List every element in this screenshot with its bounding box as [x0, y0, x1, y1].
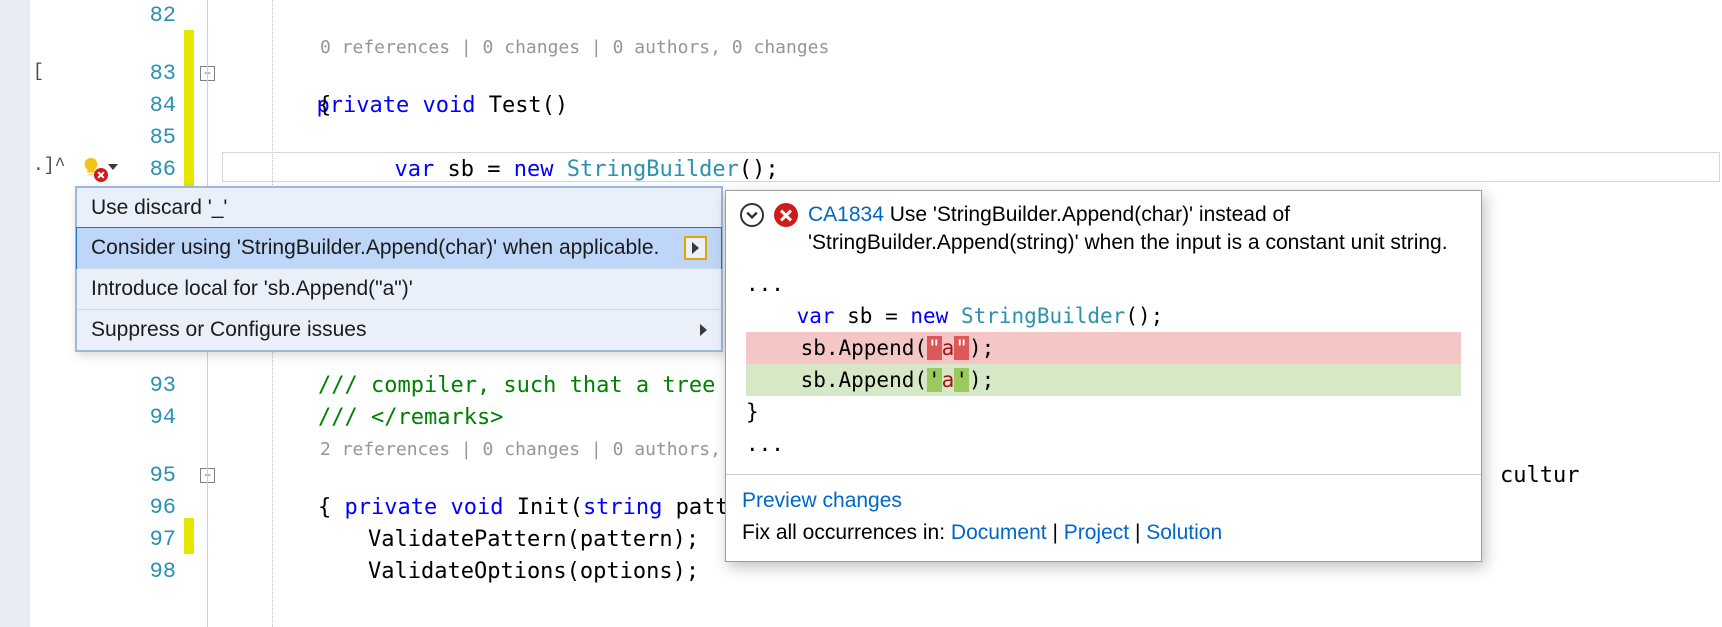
keyword: void	[450, 495, 503, 520]
lightbulb-error-overlay-icon	[94, 168, 108, 182]
diff-added-token: '	[954, 368, 969, 392]
line-number: 83	[150, 58, 176, 90]
fix-occurrences-label: Fix all occurrences in:	[742, 521, 951, 544]
line-number: 85	[150, 122, 176, 154]
code-text: sb =	[835, 304, 911, 328]
code-line[interactable]: /// </remarks>	[318, 402, 503, 434]
preview-footer: Preview changes Fix all occurrences in: …	[726, 479, 1481, 561]
quick-action-label: Introduce local for 'sb.Append("a")'	[91, 277, 413, 301]
code-line[interactable]: {	[318, 492, 331, 524]
preview-rule-text: CA1834 Use 'StringBuilder.Append(char)' …	[808, 201, 1448, 258]
code-line[interactable]: ValidatePattern(pattern);	[368, 524, 699, 556]
fix-in-project-link[interactable]: Project	[1064, 521, 1129, 544]
lightbulb-quick-actions[interactable]	[80, 152, 130, 182]
diff-removed-line: sb.Append("a");	[746, 332, 1461, 364]
code-text: ();	[739, 157, 779, 182]
string-literal: a	[942, 368, 955, 392]
string-literal: a	[942, 336, 955, 360]
preview-header: CA1834 Use 'StringBuilder.Append(char)' …	[726, 191, 1481, 266]
identifier: Test()	[475, 93, 568, 118]
quick-action-label: Consider using 'StringBuilder.Append(cha…	[91, 236, 659, 260]
ellipsis: ...	[746, 432, 784, 456]
code-text: sb.Append(	[750, 336, 927, 360]
code-line[interactable]: ValidateOptions(options);	[368, 556, 699, 588]
keyword: string	[583, 495, 662, 520]
code-line[interactable]: {	[318, 90, 331, 122]
preview-changes-link[interactable]: Preview changes	[742, 489, 902, 512]
outline-bracket: [	[33, 62, 44, 82]
quick-action-label: Use discard '_'	[91, 196, 227, 220]
error-icon	[774, 203, 798, 227]
preview-diff: ... var sb = new StringBuilder(); sb.App…	[726, 266, 1481, 470]
left-strip	[0, 0, 30, 627]
diff-removed-token: "	[954, 336, 969, 360]
quick-action-item-discard[interactable]: Use discard '_'	[77, 188, 721, 228]
submenu-arrow-box[interactable]	[684, 236, 707, 260]
quick-action-label: Suppress or Configure issues	[91, 318, 366, 342]
code-line[interactable]: private void Test()	[290, 58, 568, 122]
ellipsis: ...	[746, 272, 784, 296]
keyword: new	[910, 304, 948, 328]
line-number: 86	[150, 154, 176, 186]
fix-in-solution-link[interactable]: Solution	[1146, 521, 1222, 544]
line-number: 95	[150, 460, 176, 492]
separator-pipe: |	[1047, 521, 1064, 544]
code-line[interactable]: /// compiler, such that a tree s	[318, 370, 742, 402]
code-text: }	[746, 400, 759, 424]
code-line-overflow: cultur	[1500, 460, 1579, 492]
lightbulb-icon	[80, 156, 102, 178]
line-number: 96	[150, 492, 176, 524]
chevron-right-icon	[700, 324, 707, 336]
keyword: void	[422, 93, 475, 118]
dropdown-caret-icon	[108, 164, 118, 170]
diff-added-line: sb.Append('a');	[746, 364, 1461, 396]
code-line[interactable]: private void Init(string pattern	[318, 460, 768, 524]
quick-actions-menu: Use discard '_' Consider using 'StringBu…	[75, 186, 723, 352]
change-bar	[184, 518, 194, 554]
quick-action-item-introduce-local[interactable]: Introduce local for 'sb.Append("a")'	[77, 268, 721, 309]
identifier: Init(	[503, 495, 582, 520]
separator	[726, 474, 1481, 475]
code-text: );	[969, 368, 994, 392]
diff-added-token: '	[927, 368, 942, 392]
keyword: var	[797, 304, 835, 328]
separator-pipe: |	[1129, 521, 1146, 544]
change-bar	[184, 30, 194, 190]
quick-action-item-suppress[interactable]: Suppress or Configure issues	[77, 309, 721, 350]
type-name: StringBuilder	[961, 304, 1125, 328]
rule-msg: 'StringBuilder.Append(string)' when the …	[808, 231, 1448, 254]
keyword: private	[345, 495, 438, 520]
code-text: ();	[1125, 304, 1163, 328]
line-number: 94	[150, 402, 176, 434]
outline-caret: .]^	[33, 156, 65, 176]
code-text: );	[969, 336, 994, 360]
quick-action-preview-panel: CA1834 Use 'StringBuilder.Append(char)' …	[725, 190, 1482, 562]
line-number: 97	[150, 524, 176, 556]
quick-action-item-append-char[interactable]: Consider using 'StringBuilder.Append(cha…	[76, 227, 722, 269]
collapse-toggle-icon[interactable]	[740, 203, 764, 227]
diff-removed-token: "	[927, 336, 942, 360]
line-number: 93	[150, 370, 176, 402]
rule-msg: Use 'StringBuilder.Append(char)' instead…	[884, 203, 1290, 226]
code-text: sb.Append(	[750, 368, 927, 392]
chevron-right-icon	[692, 242, 699, 254]
line-number: 84	[150, 90, 176, 122]
fix-in-document-link[interactable]: Document	[951, 521, 1047, 544]
rule-id-link[interactable]: CA1834	[808, 203, 884, 226]
line-number: 98	[150, 556, 176, 588]
line-number: 82	[150, 0, 176, 32]
